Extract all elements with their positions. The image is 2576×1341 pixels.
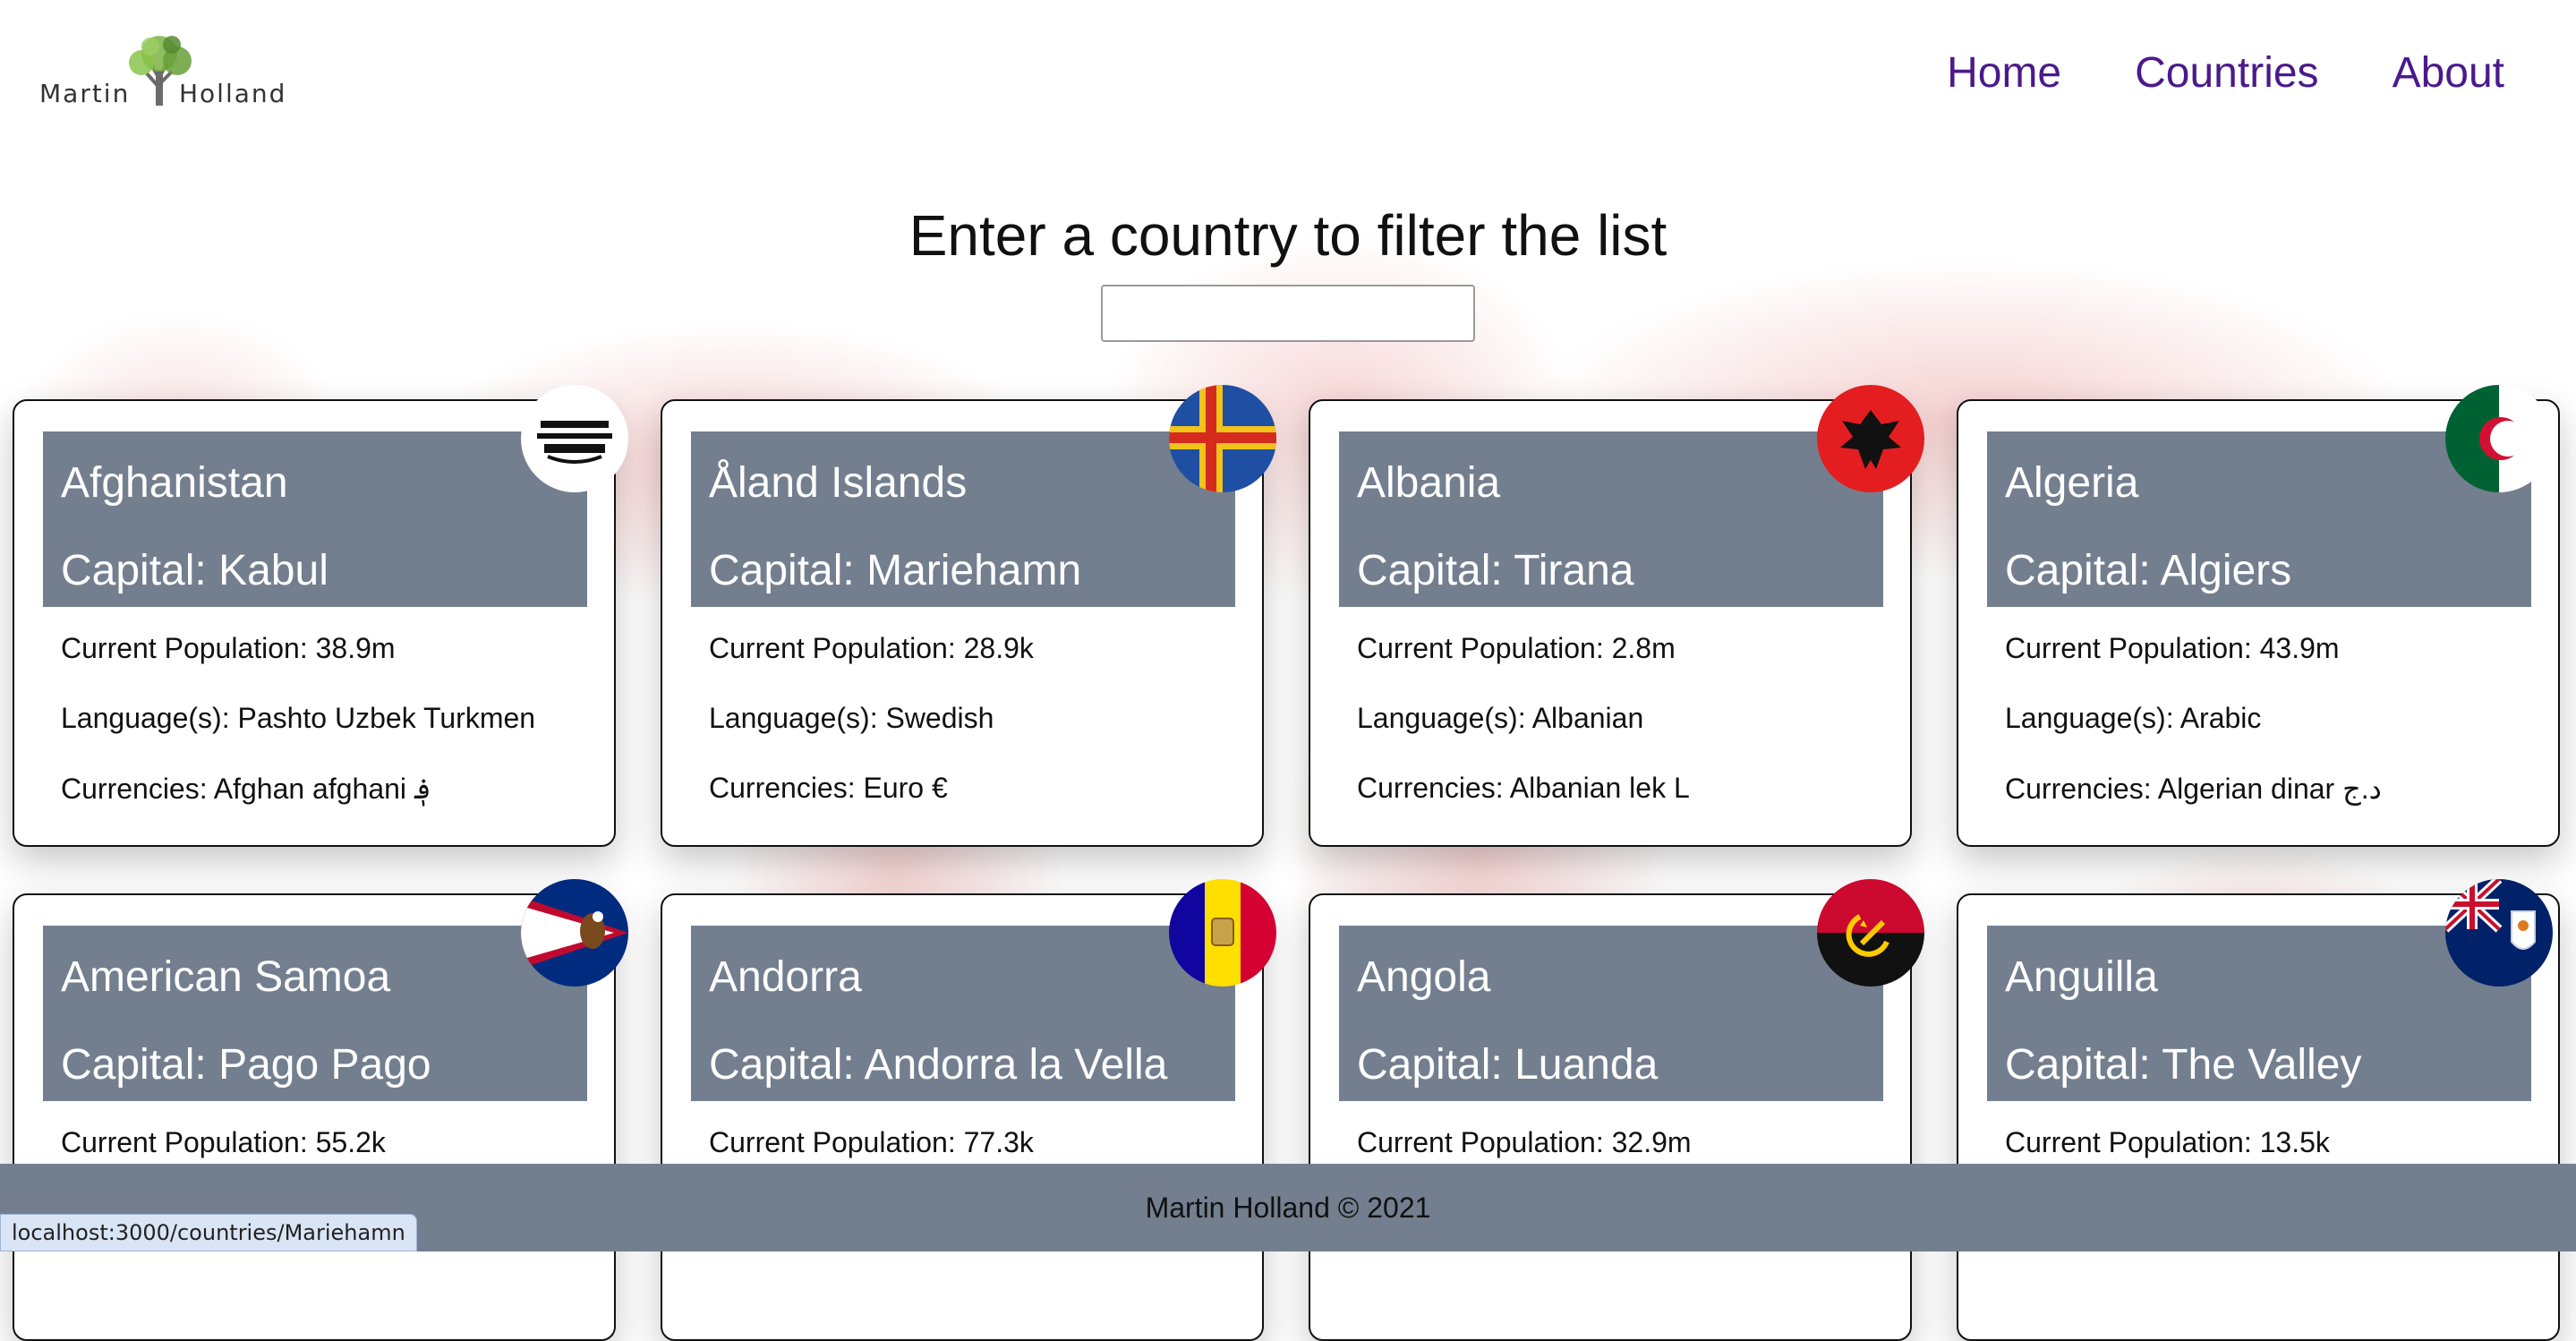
card-header: Afghanistan Capital: Kabul bbox=[43, 431, 587, 607]
albania-flag-icon bbox=[1817, 385, 1924, 492]
country-name: American Samoa bbox=[61, 953, 391, 1001]
country-name: Åland Islands bbox=[709, 459, 968, 507]
card-header: American Samoa Capital: Pago Pago bbox=[43, 926, 587, 1101]
country-currencies: Currencies: Afghan afghani ؋ bbox=[61, 773, 431, 805]
country-currencies: Currencies: Algerian dinar د.ج bbox=[2005, 773, 2382, 805]
country-capital: Capital: Kabul bbox=[61, 547, 328, 594]
country-capital: Capital: The Valley bbox=[2005, 1041, 2362, 1089]
country-currencies: Currencies: Albanian lek L bbox=[1357, 772, 1690, 804]
andorra-flag-icon bbox=[1169, 879, 1276, 987]
country-capital: Capital: Andorra la Vella bbox=[709, 1041, 1168, 1089]
country-card-andorra[interactable]: Andorra Capital: Andorra la Vella Curren… bbox=[661, 879, 1276, 1341]
nav-about-link[interactable]: About bbox=[2393, 48, 2504, 98]
country-name: Angola bbox=[1357, 953, 1491, 1001]
algeria-flag-icon bbox=[2445, 385, 2553, 492]
country-capital: Capital: Luanda bbox=[1357, 1041, 1659, 1089]
country-name: Andorra bbox=[709, 953, 862, 1001]
status-bar-url: localhost:3000/countries/Mariehamn bbox=[0, 1214, 417, 1251]
card-header: Åland Islands Capital: Mariehamn bbox=[691, 431, 1235, 607]
nav-home-link[interactable]: Home bbox=[1947, 48, 2061, 98]
site-logo[interactable]: Martin Holland bbox=[39, 34, 290, 115]
country-card-aland-islands[interactable]: Åland Islands Capital: Mariehamn Current… bbox=[661, 385, 1276, 847]
country-name: Anguilla bbox=[2005, 953, 2158, 1001]
country-capital: Capital: Algiers bbox=[2005, 547, 2292, 594]
angola-flag-icon bbox=[1817, 879, 1924, 987]
country-population: Current Population: 2.8m bbox=[1357, 632, 1676, 664]
aland-flag-icon bbox=[1169, 385, 1276, 492]
card-header: Andorra Capital: Andorra la Vella bbox=[691, 926, 1235, 1101]
country-card-afghanistan[interactable]: Afghanistan Capital: Kabul Current Popul… bbox=[13, 385, 628, 847]
country-currencies: Currencies: Euro € bbox=[709, 772, 948, 804]
footer-copyright: Martin Holland © 2021 bbox=[1145, 1192, 1431, 1224]
country-population: Current Population: 13.5k bbox=[2005, 1126, 2330, 1158]
american-samoa-flag-icon bbox=[521, 879, 628, 987]
country-languages: Language(s): Albanian bbox=[1357, 702, 1644, 734]
main-nav: Home Countries About bbox=[1947, 48, 2504, 98]
logo-text-first: Martin bbox=[39, 79, 131, 108]
card-header: Albania Capital: Tirana bbox=[1339, 431, 1883, 607]
country-card-american-samoa[interactable]: American Samoa Capital: Pago Pago Curren… bbox=[13, 879, 628, 1341]
country-languages: Language(s): Swedish bbox=[709, 702, 994, 734]
country-card-algeria[interactable]: Algeria Capital: Algiers Current Populat… bbox=[1957, 385, 2560, 847]
country-population: Current Population: 28.9k bbox=[709, 632, 1034, 664]
site-header: Martin Holland Home Countries About bbox=[0, 0, 2576, 152]
country-capital: Capital: Tirana bbox=[1357, 547, 1634, 594]
country-card-albania[interactable]: Albania Capital: Tirana Current Populati… bbox=[1309, 385, 1924, 847]
country-population: Current Population: 32.9m bbox=[1357, 1126, 1692, 1158]
anguilla-flag-icon bbox=[2445, 879, 2553, 987]
country-name: Algeria bbox=[2005, 459, 2139, 507]
country-population: Current Population: 55.2k bbox=[61, 1126, 386, 1158]
nav-countries-link[interactable]: Countries bbox=[2135, 48, 2318, 98]
country-population: Current Population: 38.9m bbox=[61, 632, 396, 664]
country-filter-input[interactable] bbox=[1101, 285, 1475, 342]
country-name: Albania bbox=[1357, 459, 1501, 507]
country-capital: Capital: Pago Pago bbox=[61, 1041, 431, 1089]
filter-heading: Enter a country to filter the list bbox=[908, 203, 1668, 268]
country-card-anguilla[interactable]: Anguilla Capital: The Valley Current Pop… bbox=[1957, 879, 2560, 1341]
country-population: Current Population: 43.9m bbox=[2005, 632, 2340, 664]
country-name: Afghanistan bbox=[61, 459, 288, 507]
country-card-angola[interactable]: Angola Capital: Luanda Current Populatio… bbox=[1309, 879, 1924, 1341]
country-population: Current Population: 77.3k bbox=[709, 1126, 1034, 1158]
country-languages: Language(s): Arabic bbox=[2005, 702, 2262, 734]
country-capital: Capital: Mariehamn bbox=[709, 547, 1082, 594]
card-header: Angola Capital: Luanda bbox=[1339, 926, 1883, 1101]
afghanistan-flag-icon bbox=[521, 385, 628, 492]
logo-text-last: Holland bbox=[179, 79, 287, 108]
country-languages: Language(s): Pashto Uzbek Turkmen bbox=[61, 702, 536, 734]
filter-section: Enter a country to filter the list bbox=[0, 202, 2576, 342]
